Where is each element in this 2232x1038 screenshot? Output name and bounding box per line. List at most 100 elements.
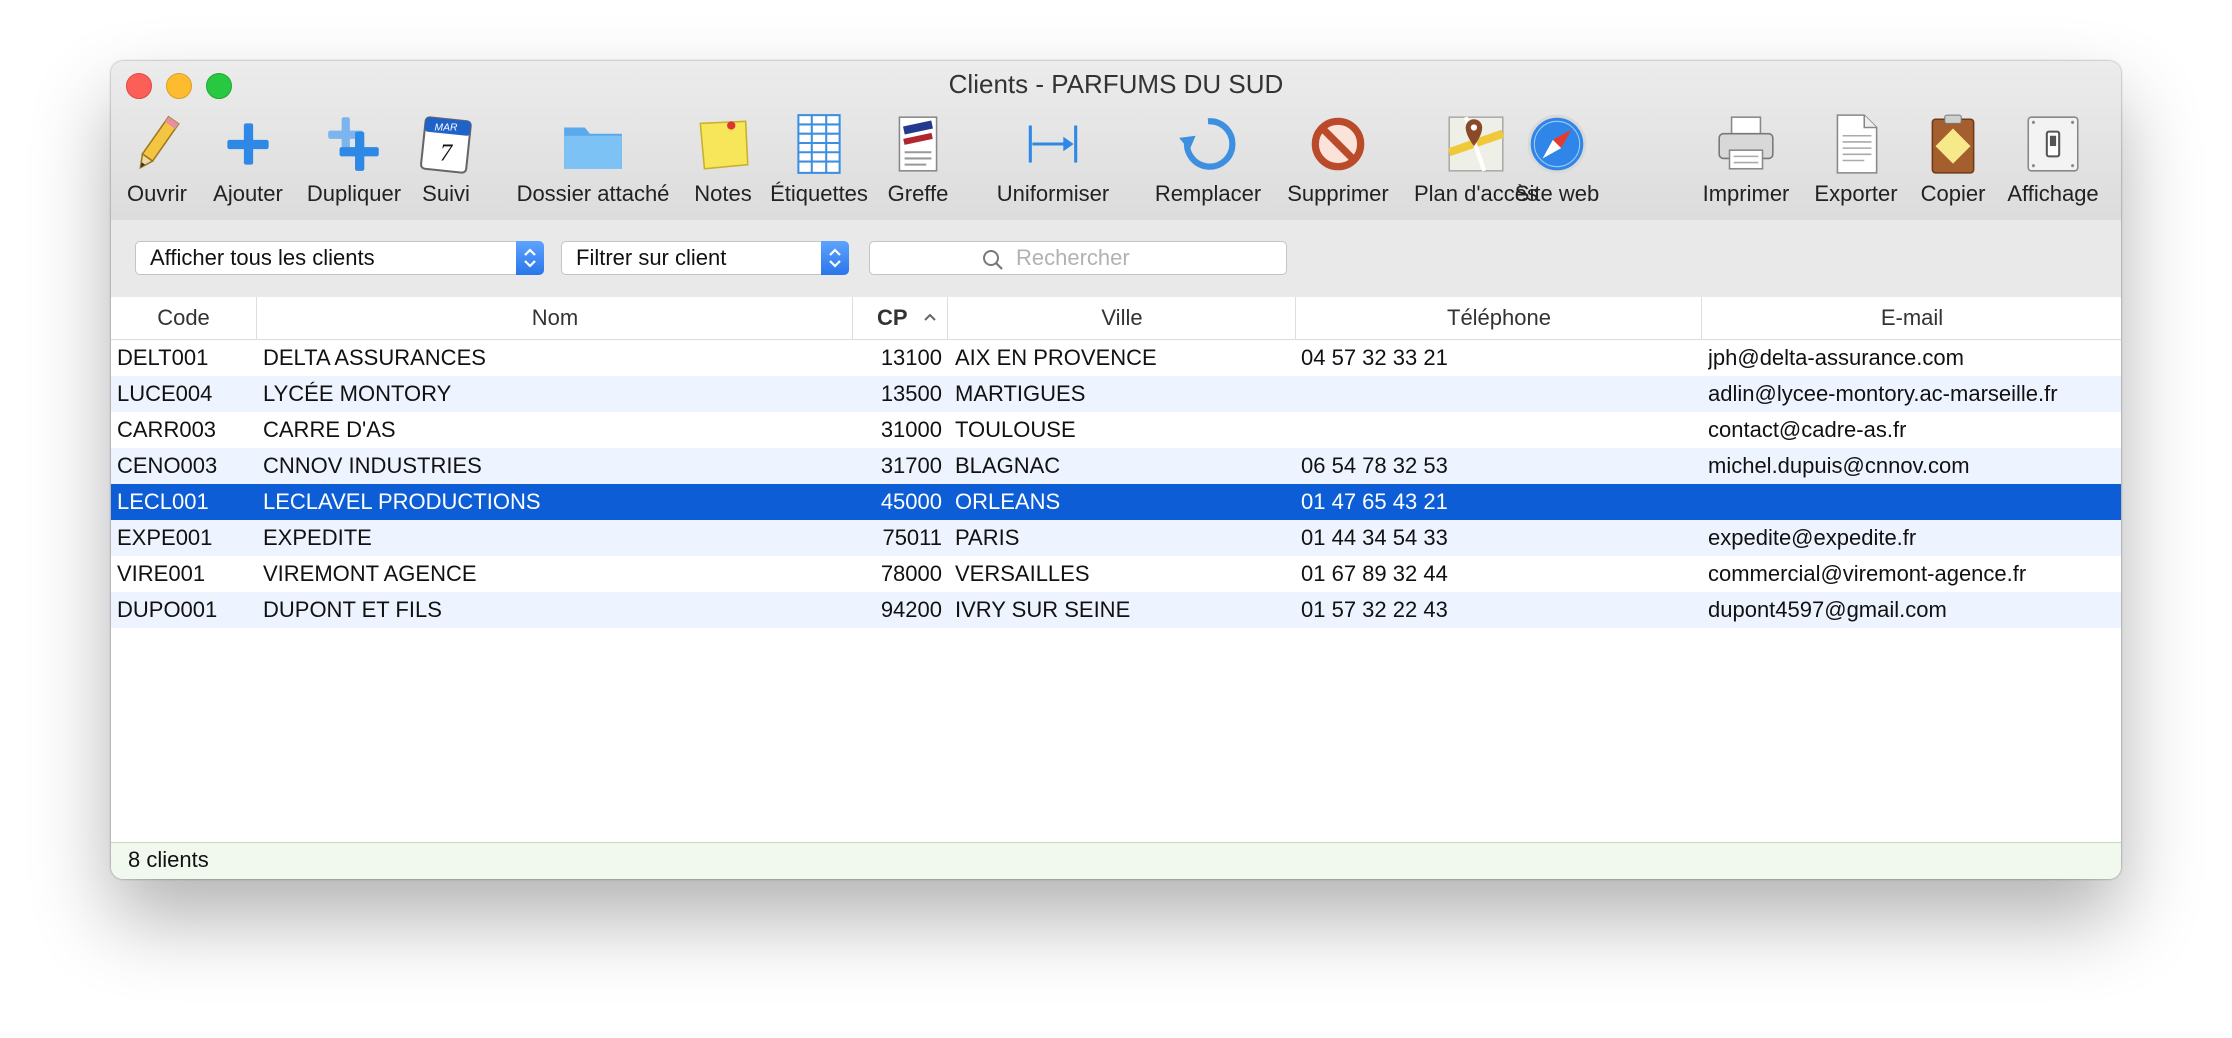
table-header: Code Nom CP Ville Téléphone E-mail — [111, 297, 2121, 340]
cell-nom: EXPEDITE — [263, 525, 372, 550]
registry-document-icon — [898, 116, 938, 172]
table-row[interactable]: CENO003 CNNOV INDUSTRIES 31700 BLAGNAC 0… — [111, 448, 2121, 484]
cell-email: contact@cadre-as.fr — [1708, 417, 1907, 442]
labels-label: Étiquettes — [770, 181, 868, 206]
export-document-icon — [1836, 114, 1878, 174]
delete-button[interactable]: Supprimer — [1273, 111, 1403, 211]
align-arrow-icon — [1028, 125, 1078, 163]
sticky-note-icon — [699, 120, 749, 170]
standardize-button[interactable]: Uniformiser — [968, 111, 1138, 211]
copy-label: Copier — [1920, 181, 1986, 206]
table-row[interactable]: EXPE001 EXPEDITE 75011 PARIS 01 44 34 54… — [111, 520, 2121, 556]
cell-ville: TOULOUSE — [955, 417, 1076, 442]
cell-email: commercial@viremont-agence.fr — [1708, 561, 2027, 586]
notes-label: Notes — [694, 181, 752, 206]
standardize-label: Uniformiser — [996, 181, 1110, 206]
duplicate-button[interactable]: Dupliquer — [299, 111, 409, 211]
cell-nom: LECLAVEL PRODUCTIONS — [263, 489, 541, 514]
attached-folder-label: Dossier attaché — [516, 181, 670, 206]
cell-code: DELT001 — [117, 345, 209, 370]
export-label: Exporter — [1814, 181, 1898, 206]
replace-label: Remplacer — [1154, 181, 1262, 206]
column-header-cp[interactable]: CP — [852, 297, 948, 339]
show-clients-select[interactable]: Afficher tous les clients — [135, 241, 544, 275]
export-button[interactable]: Exporter — [1806, 111, 1906, 211]
cell-code: CENO003 — [117, 453, 218, 478]
cell-cp: 13100 — [880, 345, 942, 370]
search-field[interactable]: Rechercher — [869, 241, 1287, 275]
notes-button[interactable]: Notes — [676, 111, 770, 211]
add-label: Ajouter — [213, 181, 283, 206]
attached-folder-button[interactable]: Dossier attaché — [497, 111, 689, 211]
clipboard-icon — [1931, 114, 1975, 174]
registry-button[interactable]: Greffe — [877, 111, 959, 211]
cell-email: michel.dupuis@cnnov.com — [1708, 453, 1970, 478]
calendar-day: 7 — [440, 140, 454, 167]
column-header-telephone[interactable]: Téléphone — [1295, 297, 1702, 339]
table-row[interactable]: CARR003 CARRE D'AS 31000 TOULOUSE contac… — [111, 412, 2121, 448]
cell-cp: 13500 — [880, 381, 942, 406]
labels-button[interactable]: Étiquettes — [765, 111, 873, 211]
display-button[interactable]: Affichage — [1997, 111, 2109, 211]
show-clients-value: Afficher tous les clients — [150, 245, 375, 270]
print-button[interactable]: Imprimer — [1697, 111, 1795, 211]
add-button[interactable]: Ajouter — [206, 111, 290, 211]
table-row[interactable]: VIRE001 VIREMONT AGENCE 78000 VERSAILLES… — [111, 556, 2121, 592]
copy-button[interactable]: Copier — [1912, 111, 1994, 211]
column-header-email[interactable]: E-mail — [1701, 297, 2121, 339]
cell-telephone: 01 57 32 22 43 — [1301, 597, 1448, 622]
cell-ville: AIX EN PROVENCE — [955, 345, 1157, 370]
cell-email: expedite@expedite.fr — [1708, 525, 1917, 550]
table-row[interactable]: DUPO001 DUPONT ET FILS 94200 IVRY SUR SE… — [111, 592, 2121, 628]
calendar-month: MAR — [435, 123, 458, 134]
column-header-code[interactable]: Code — [111, 297, 256, 339]
cell-code: DUPO001 — [117, 597, 218, 622]
prohibited-icon — [1311, 117, 1365, 171]
cell-nom: LYCÉE MONTORY — [263, 381, 452, 406]
registry-label: Greffe — [887, 181, 949, 206]
print-label: Imprimer — [1702, 181, 1790, 206]
duplicate-label: Dupliquer — [306, 181, 402, 206]
cell-ville: VERSAILLES — [955, 561, 1090, 586]
cell-cp: 94200 — [880, 597, 942, 622]
cell-cp: 31700 — [880, 453, 942, 478]
cell-code: CARR003 — [117, 417, 217, 442]
open-button[interactable]: Ouvrir — [122, 111, 192, 211]
clients-window: Clients - PARFUMS DU SUD Ouvrir Ajouter … — [111, 61, 2121, 879]
cell-nom: CNNOV INDUSTRIES — [263, 453, 482, 478]
status-bar: 8 clients — [111, 842, 2121, 879]
cell-code: LUCE004 — [117, 381, 213, 406]
plus-icon — [227, 123, 269, 165]
duplicate-plus-icon — [328, 117, 379, 171]
table-row[interactable]: LUCE004 LYCÉE MONTORY 13500 MARTIGUES ad… — [111, 376, 2121, 412]
cell-telephone: 06 54 78 32 53 — [1301, 453, 1448, 478]
filter-client-select[interactable]: Filtrer sur client — [561, 241, 849, 275]
search-icon — [983, 250, 1003, 270]
website-button[interactable]: Site web — [1502, 111, 1612, 211]
cell-nom: DUPONT ET FILS — [263, 597, 442, 622]
cell-email: adlin@lycee-montory.ac-marseille.fr — [1708, 381, 2058, 406]
column-header-nom[interactable]: Nom — [256, 297, 853, 339]
select-arrows-icon — [516, 241, 544, 275]
cell-code: EXPE001 — [117, 525, 213, 550]
cell-ville: MARTIGUES — [955, 381, 1086, 406]
table-row[interactable]: DELT001 DELTA ASSURANCES 13100 AIX EN PR… — [111, 340, 2121, 376]
label-grid-icon — [797, 114, 841, 174]
cell-telephone: 01 47 65 43 21 — [1301, 489, 1448, 514]
search-placeholder: Rechercher — [1016, 245, 1130, 270]
cell-nom: VIREMONT AGENCE — [263, 561, 477, 586]
column-header-ville[interactable]: Ville — [947, 297, 1296, 339]
folder-icon — [564, 127, 622, 169]
printer-icon — [1718, 116, 1774, 170]
cell-ville: ORLEANS — [955, 489, 1061, 514]
open-label: Ouvrir — [127, 181, 187, 206]
table-row-selected[interactable]: LECL001 LECLAVEL PRODUCTIONS 45000 ORLEA… — [111, 484, 2121, 520]
sort-ascending-icon — [924, 313, 936, 321]
cell-email: jph@delta-assurance.com — [1708, 345, 1964, 370]
cell-telephone: 04 57 32 33 21 — [1301, 345, 1448, 370]
compass-icon — [1527, 114, 1587, 174]
follow-up-button[interactable]: MAR 7 Suivi — [411, 111, 481, 211]
client-count: 8 clients — [128, 847, 209, 872]
replace-button[interactable]: Remplacer — [1143, 111, 1273, 211]
cell-ville: PARIS — [955, 525, 1020, 550]
